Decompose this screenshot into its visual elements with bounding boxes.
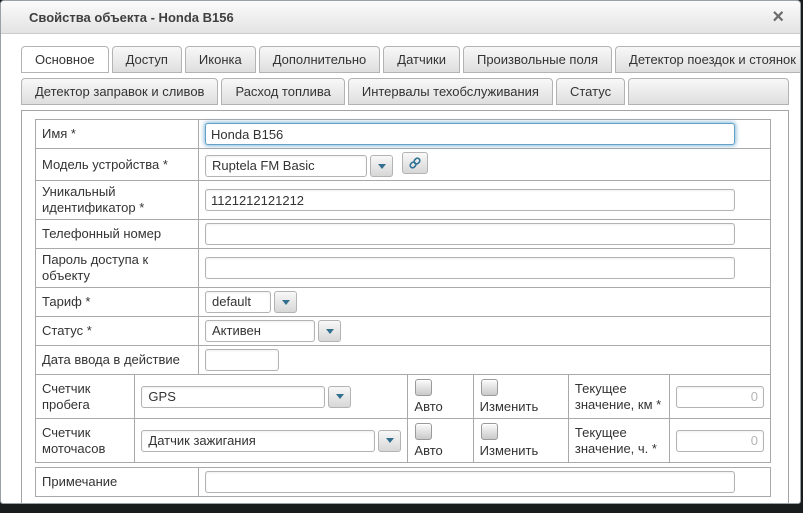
engine-hours-current-input [676,430,764,452]
engine-hours-auto-label: Авто [414,443,442,458]
tab-fuel-fillings-detector[interactable]: Детектор заправок и сливов [21,78,218,105]
tariff-label: Тариф * [36,288,199,317]
device-model-label: Модель устройства * [36,149,199,181]
form-row-phone: Телефонный номер [36,220,771,249]
access-password-input[interactable] [205,257,735,279]
activation-date-input[interactable] [205,349,279,371]
mileage-counter-row: Счетчик пробега GPS Авто [36,375,771,419]
form-row-device-model: Модель устройства * Ruptela FM Basic [36,149,771,181]
mileage-edit-checkbox[interactable]: Изменить [480,379,562,415]
tab-service-intervals[interactable]: Интервалы техобслуживания [348,78,553,105]
object-properties-dialog: Свойства объекта - Honda B156 × Основное… [0,0,801,504]
checkbox-icon[interactable] [415,379,432,396]
name-label: Имя * [36,120,199,149]
counters-table: Счетчик пробега GPS Авто [35,374,771,463]
device-model-value: Ruptela FM Basic [205,155,367,177]
access-password-label: Пароль доступа к объекту [36,249,199,288]
note-input[interactable] [205,471,735,493]
engine-hours-edit-label: Изменить [480,443,539,458]
mileage-edit-label: Изменить [480,399,539,414]
main-form-table: Имя * Модель устройства * Ruptela FM Bas… [35,119,771,375]
tab-row-2: Детектор заправок и сливов Расход топлив… [21,78,789,105]
mileage-current-label: Текущее значение, км * [568,375,669,419]
form-row-activation-date: Дата ввода в действие [36,346,771,375]
chevron-down-icon[interactable] [274,291,297,313]
tab-icon[interactable]: Иконка [185,46,256,73]
phone-input[interactable] [205,223,735,245]
form-row-tariff: Тариф * default [36,288,771,317]
tab-content-main: Имя * Модель устройства * Ruptela FM Bas… [21,110,789,504]
tariff-value: default [205,291,271,313]
activation-date-label: Дата ввода в действие [36,346,199,375]
chevron-down-icon[interactable] [328,386,351,408]
name-input[interactable] [205,123,735,145]
tab-main[interactable]: Основное [21,46,109,73]
note-table: Примечание [35,467,771,497]
tab-access[interactable]: Доступ [112,46,182,73]
form-row-note: Примечание [36,468,771,497]
engine-hours-auto-checkbox[interactable]: Авто [414,423,466,459]
engine-hours-counter-row: Счетчик моточасов Датчик зажигания Авто [36,419,771,463]
tab-strip-filler [628,78,789,105]
tab-row-1: Основное Доступ Иконка Дополнительно Дат… [21,46,789,73]
tab-strip: Основное Доступ Иконка Дополнительно Дат… [21,46,789,105]
form-row-name: Имя * [36,120,771,149]
tab-status[interactable]: Статус [556,78,625,105]
tariff-select[interactable]: default [205,291,297,313]
phone-label: Телефонный номер [36,220,199,249]
mileage-auto-label: Авто [414,399,442,414]
background-page [0,505,803,513]
engine-hours-source-value: Датчик зажигания [141,430,375,452]
status-value: Активен [205,320,315,342]
tab-trip-detector[interactable]: Детектор поездок и стоянок [615,46,801,73]
close-icon[interactable]: × [772,8,784,26]
form-row-unique-id: Уникальный идентификатор * [36,181,771,220]
note-label: Примечание [36,468,199,497]
mileage-auto-checkbox[interactable]: Авто [414,379,466,415]
tab-advanced[interactable]: Дополнительно [259,46,381,73]
device-link-button[interactable] [402,152,428,174]
mileage-source-select[interactable]: GPS [141,386,351,408]
status-label: Статус * [36,317,199,346]
chevron-down-icon[interactable] [318,320,341,342]
tab-custom-fields[interactable]: Произвольные поля [463,46,612,73]
mileage-current-input [676,386,764,408]
unique-id-label: Уникальный идентификатор * [36,181,199,220]
link-icon [408,156,422,170]
engine-hours-current-label: Текущее значение, ч. * [568,419,669,463]
form-row-status: Статус * Активен [36,317,771,346]
mileage-source-value: GPS [141,386,325,408]
mileage-counter-label: Счетчик пробега [36,375,135,419]
dialog-title: Свойства объекта - Honda B156 [29,10,772,25]
checkbox-icon[interactable] [415,423,432,440]
engine-hours-counter-label: Счетчик моточасов [36,419,135,463]
screen: Свойства объекта - Honda B156 × Основное… [0,0,803,513]
chevron-down-icon[interactable] [370,155,393,177]
engine-hours-source-select[interactable]: Датчик зажигания [141,430,401,452]
dialog-titlebar: Свойства объекта - Honda B156 × [1,1,800,34]
status-select[interactable]: Активен [205,320,341,342]
checkbox-icon[interactable] [481,423,498,440]
engine-hours-edit-checkbox[interactable]: Изменить [480,423,562,459]
form-row-access-password: Пароль доступа к объекту [36,249,771,288]
chevron-down-icon[interactable] [378,430,401,452]
device-model-select[interactable]: Ruptela FM Basic [205,155,393,177]
tab-sensors[interactable]: Датчики [383,46,460,73]
tab-fuel-consumption[interactable]: Расход топлива [221,78,344,105]
checkbox-icon[interactable] [481,379,498,396]
unique-id-input[interactable] [205,189,735,211]
